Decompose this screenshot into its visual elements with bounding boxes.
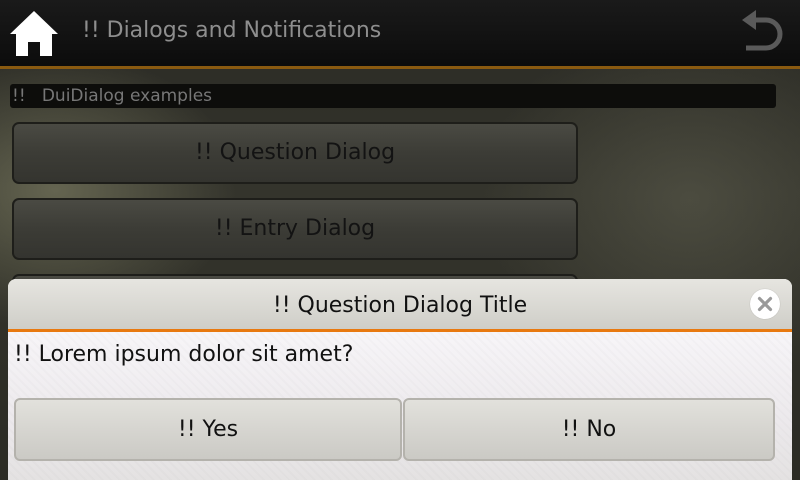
dialog-titlebar: !! Question Dialog Title xyxy=(8,279,792,332)
back-icon xyxy=(742,10,783,51)
entry-dialog-button[interactable]: !! Entry Dialog xyxy=(12,198,578,260)
no-button[interactable]: !! No xyxy=(403,398,775,461)
page-title: !! Dialogs and Notifications xyxy=(82,18,382,43)
back-button[interactable] xyxy=(736,6,792,62)
question-dialog: !! Question Dialog Title !! Lorem ipsum … xyxy=(8,279,792,480)
dialog-title: !! Question Dialog Title xyxy=(272,293,528,318)
close-icon xyxy=(757,296,773,312)
home-icon xyxy=(10,11,58,56)
navigation-bar: !! Dialogs and Notifications xyxy=(0,0,800,69)
dialog-body: !! Lorem ipsum dolor sit amet? !! Yes !!… xyxy=(8,332,792,480)
home-button[interactable] xyxy=(6,6,62,62)
yes-button[interactable]: !! Yes xyxy=(14,398,402,461)
question-dialog-button[interactable]: !! Question Dialog xyxy=(12,122,578,184)
dialog-message: !! Lorem ipsum dolor sit amet? xyxy=(14,342,354,367)
dialog-close-button[interactable] xyxy=(750,289,780,319)
group-header: !! DuiDialog examples xyxy=(10,84,776,108)
